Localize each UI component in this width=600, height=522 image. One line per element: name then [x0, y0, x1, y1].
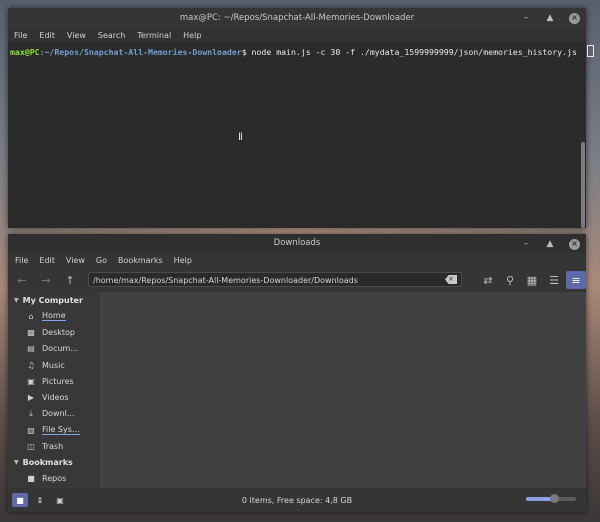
files-titlebar[interactable]: Downloads – ▲ × [8, 234, 586, 252]
toggle-location-icon[interactable]: ⇄ [478, 271, 498, 289]
prompt-symbol: $ [241, 47, 252, 57]
status-text: 0 items, Free space: 4,8 GB [241, 495, 353, 505]
menu-file[interactable]: File [15, 256, 28, 265]
terminal-window: max@PC: ~/Repos/Snapchat-All-Memories-Do… [8, 8, 594, 228]
sidebar-item-label: Home [42, 311, 66, 322]
sidebar-item-label: Repos [42, 474, 67, 484]
prompt-path: :~/Repos/Snapchat-All-Memories-Downloade… [39, 47, 242, 57]
pictures-icon: ▣ [27, 376, 35, 386]
downloads-icon: ⤓ [29, 408, 33, 418]
menu-bookmarks[interactable]: Bookmarks [118, 256, 163, 265]
minimize-icon[interactable]: – [521, 239, 531, 249]
my-computer-header[interactable]: ▼ My Computer [8, 292, 100, 308]
sidebar-item-pictures[interactable]: ▣ Pictures [8, 373, 100, 389]
music-icon: ♫ [27, 360, 35, 370]
collapse-triangle-icon[interactable]: ▼ [14, 297, 19, 304]
location-input[interactable]: /home/max/Repos/Snapchat-All-Memories-Do… [88, 272, 462, 287]
sidebar-item-trash[interactable]: ◫ Trash [8, 438, 100, 454]
menu-help[interactable]: Help [174, 256, 192, 265]
sidebar-item-music[interactable]: ♫ Music [8, 357, 100, 373]
sidebar-item-label: Pictures [42, 376, 74, 386]
zoom-slider[interactable] [526, 494, 576, 503]
close-icon[interactable]: × [569, 238, 580, 250]
sidebar-item-downloads[interactable]: ⤓ Downl... [8, 406, 100, 422]
sidebar-item-label: Docum... [42, 344, 78, 354]
zoom-slider-knob[interactable] [549, 494, 559, 503]
search-icon[interactable]: ⚲ [500, 271, 520, 289]
files-title: Downloads [273, 238, 321, 248]
command-text: node main.js -c 30 -f ./mydata_159999999… [251, 47, 587, 57]
file-list-area[interactable] [100, 292, 586, 488]
sidebar-item-label: File Sys... [42, 425, 80, 436]
maximize-icon[interactable]: ▲ [545, 13, 555, 23]
back-arrow-icon[interactable]: ← [12, 271, 32, 289]
collapse-triangle-icon[interactable]: ▼ [14, 459, 19, 466]
documents-icon: ▤ [27, 344, 35, 354]
icon-view-icon[interactable]: ▦ [522, 271, 542, 289]
sidebar-item-home[interactable]: ⌂ Home [8, 308, 100, 324]
menu-view[interactable]: View [67, 31, 86, 40]
menu-terminal[interactable]: Terminal [137, 31, 171, 40]
files-toolbar: ← → ↑ /home/max/Repos/Snapchat-All-Memor… [8, 268, 586, 292]
folder-icon: ■ [27, 474, 35, 484]
menu-search[interactable]: Search [98, 31, 125, 40]
text-cursor [586, 45, 594, 57]
files-menubar: File Edit View Go Bookmarks Help [8, 252, 586, 268]
mouse-ibeam-icon: Ⅱ [238, 132, 243, 143]
sidebar-item-label: Music [42, 360, 65, 370]
terminal-title: max@PC: ~/Repos/Snapchat-All-Memories-Do… [179, 13, 415, 23]
menu-edit[interactable]: Edit [39, 31, 55, 40]
clear-path-icon[interactable]: × [445, 275, 457, 284]
terminal-scrollbar[interactable] [576, 42, 586, 228]
bookmarks-header[interactable]: ▼ Bookmarks [8, 455, 100, 471]
menu-go[interactable]: Go [96, 256, 107, 265]
sidebar-item-documents[interactable]: ▤ Docum... [8, 341, 100, 357]
maximize-icon[interactable]: ▲ [545, 239, 555, 249]
home-icon: ⌂ [28, 311, 34, 321]
forward-arrow-icon[interactable]: → [36, 271, 56, 289]
videos-icon: ▶ [27, 393, 35, 403]
sidebar-item-label: Trash [42, 442, 64, 452]
close-icon[interactable]: × [569, 12, 580, 24]
sidebar-item-label: Downl... [42, 409, 75, 419]
scrollbar-thumb[interactable] [581, 142, 585, 228]
trash-icon: ◫ [27, 442, 35, 452]
location-path: /home/max/Repos/Snapchat-All-Memories-Do… [93, 276, 358, 285]
sidebar-item-label: Desktop [42, 327, 75, 337]
sidebar-item-label: Videos [42, 393, 69, 403]
sidebar-item-videos[interactable]: ▶ Videos [8, 389, 100, 405]
file-manager-window: Downloads – ▲ × File Edit View Go Bookma… [8, 234, 586, 512]
sidebar-item-filesystem[interactable]: ▧ File Sys... [8, 422, 100, 438]
up-arrow-icon[interactable]: ↑ [60, 271, 80, 289]
menu-edit[interactable]: Edit [39, 256, 55, 265]
terminal-menubar: File Edit View Search Terminal Help [8, 28, 586, 42]
menu-view[interactable]: View [66, 256, 85, 265]
places-sidebar: ▼ My Computer ⌂ Home ▩ Desktop ▤ Docum..… [8, 292, 100, 488]
menu-file[interactable]: File [14, 31, 27, 40]
compact-view-icon[interactable]: ≡ [566, 271, 586, 289]
list-view-icon[interactable]: ☰ [544, 271, 564, 289]
sidebar-item-desktop[interactable]: ▩ Desktop [8, 324, 100, 340]
prompt-user: max@PC [10, 47, 40, 57]
minimize-icon[interactable]: – [521, 13, 531, 23]
desktop-icon: ▩ [27, 327, 35, 337]
filesystem-icon: ▧ [27, 425, 35, 435]
files-statusbar: ■ ↨ ▣ 0 items, Free space: 4,8 GB [8, 488, 586, 512]
terminal-titlebar[interactable]: max@PC: ~/Repos/Snapchat-All-Memories-Do… [8, 8, 586, 28]
menu-help[interactable]: Help [183, 31, 201, 40]
terminal-output[interactable]: max@PC:~/Repos/Snapchat-All-Memories-Dow… [8, 42, 594, 228]
sidebar-item-repos[interactable]: ■ Repos [8, 471, 100, 487]
